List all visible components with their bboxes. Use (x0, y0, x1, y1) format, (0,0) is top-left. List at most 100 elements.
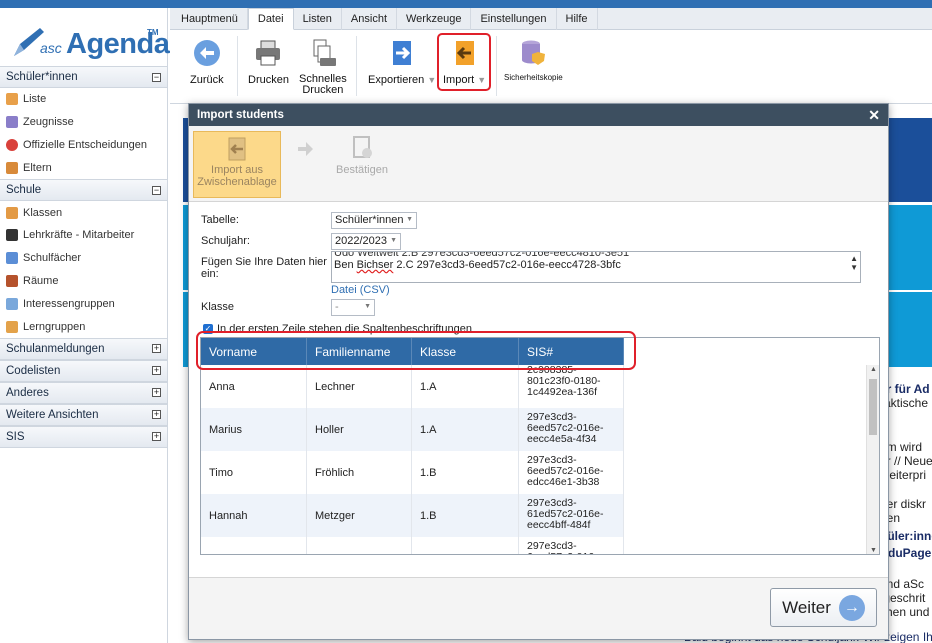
ribbon-tabs: Hauptmenü Datei Listen Ansicht Werkzeuge… (170, 8, 932, 30)
next-button[interactable]: Weiter → (770, 588, 877, 627)
cell-sis: 297e3cd3- 61ed57c2-016e- eecc4bff-484f (519, 494, 624, 537)
printer-icon (256, 40, 281, 66)
import-dialog: Import students ✕ Import aus Zwischenabl… (188, 103, 889, 640)
tab-hauptmenu[interactable]: Hauptmenü (172, 8, 248, 30)
sidebar-item-label: Offizielle Entscheidungen (23, 138, 147, 151)
dialog-title: Import students (197, 109, 284, 121)
sidebar-item-decisions[interactable]: Offizielle Entscheidungen (0, 134, 167, 157)
quick-print-label-2: Drucken (302, 84, 344, 96)
backup-button[interactable]: Sicherheitskopie (504, 38, 563, 82)
tab-einstellungen[interactable]: Einstellungen (471, 8, 557, 30)
clipboard-check-icon (353, 136, 372, 158)
sidebar-item-klassen[interactable]: Klassen (0, 201, 167, 224)
backup-label: Sicherheitskopie (504, 73, 563, 82)
export-button[interactable]: Exportieren ▼ (368, 38, 436, 86)
database-shield-icon (522, 40, 546, 65)
pin-icon (6, 138, 18, 151)
expand-icon[interactable]: + (152, 432, 161, 442)
paste-name: Ben (334, 259, 354, 271)
table-row[interactable]: Bianka Baumgart 2.A 297e3cd3- 6eed57c2-0… (201, 537, 624, 554)
app-logo[interactable]: asc Agenda TM (0, 8, 170, 66)
section-label: Codelisten (6, 364, 61, 377)
user-icon (6, 93, 18, 106)
sidebar-item-zeugnisse[interactable]: Zeugnisse (0, 111, 167, 134)
ribbon-divider (496, 36, 497, 96)
table-row[interactable]: Anna Lechner 1.A 2c908385- 801c23f0-0180… (201, 365, 624, 408)
section-students[interactable]: Schüler*innen − (0, 66, 167, 88)
year-select[interactable]: 2022/2023 (331, 233, 401, 250)
ribbon-divider (356, 36, 357, 96)
cell-klasse: 1.B (412, 494, 519, 537)
group-icon (6, 320, 18, 333)
sidebar-item-subjects[interactable]: Schulfächer (0, 247, 167, 270)
cell-vorname: Marius (201, 408, 307, 451)
dialog-toolbar: Import aus Zwischenablage Bestätigen (189, 126, 888, 202)
arrow-right-circle-icon: → (838, 594, 865, 621)
sidebar: asc Agenda TM Schüler*innen − Liste Zeug… (0, 8, 170, 643)
import-highlight-frame (437, 33, 491, 91)
paste-data-textarea[interactable]: Udo Weltweit 2.B 297e3cd3-6eed57c2-016e-… (331, 251, 861, 283)
table-row[interactable]: Hannah Metzger 1.B 297e3cd3- 61ed57c2-01… (201, 494, 624, 537)
paste-line-2: Ben Bichser 2.C 297e3cd3-6eed57c2-016e-e… (334, 259, 860, 271)
expand-icon[interactable]: + (152, 344, 161, 354)
cell-sis: 297e3cd3- 6eed57c2-016e- edcc46e1-3b38 (519, 451, 624, 494)
sidebar-item-label: Liste (23, 93, 47, 106)
scroll-down-icon[interactable]: ▼ (870, 547, 877, 554)
class-icon (6, 206, 18, 219)
print-label: Drucken (248, 74, 289, 86)
section-label: Schüler*innen (6, 71, 78, 83)
collapse-icon[interactable]: − (152, 72, 161, 82)
sidebar-item-rooms[interactable]: Räume (0, 270, 167, 293)
cell-klasse: 1.A (412, 408, 519, 451)
section-more-views[interactable]: Weitere Ansichten + (0, 403, 167, 426)
dropdown-arrow-icon[interactable]: ▼ (427, 75, 436, 85)
expand-icon[interactable]: + (152, 388, 161, 398)
section-label: Schule (6, 184, 42, 197)
cell-sis: 297e3cd3- 6eed57c2-016e- eecc4e5a-4f34 (519, 408, 624, 451)
collapse-icon[interactable]: − (152, 185, 161, 195)
import-clipboard-button[interactable]: Import aus Zwischenablage (193, 131, 281, 198)
tab-datei[interactable]: Datei (247, 8, 294, 30)
section-label: Schulanmeldungen (6, 342, 105, 355)
paste-label-line-2: ein: (201, 268, 219, 280)
back-button[interactable]: Zurück (190, 38, 224, 86)
expand-icon[interactable]: + (152, 410, 161, 420)
section-sis[interactable]: SIS + (0, 425, 167, 448)
print-button[interactable]: Drucken (248, 38, 289, 86)
table-row[interactable]: Timo Fröhlich 1.B 297e3cd3- 6eed57c2-016… (201, 451, 624, 494)
tab-werkzeuge[interactable]: Werkzeuge (397, 8, 472, 30)
table-label: Tabelle: (201, 214, 239, 226)
close-icon[interactable]: ✕ (868, 107, 880, 124)
section-label: SIS (6, 430, 25, 443)
table-scrollbar[interactable]: ▲ ▼ (866, 365, 879, 554)
class-label: Klasse (201, 301, 235, 313)
quick-print-button[interactable]: Schnelles Drucken (299, 38, 347, 96)
table-row[interactable]: Marius Holler 1.A 297e3cd3- 6eed57c2-016… (201, 408, 624, 451)
tab-hilfe[interactable]: Hilfe (557, 8, 598, 30)
tab-ansicht[interactable]: Ansicht (342, 8, 397, 30)
back-label: Zurück (190, 74, 224, 86)
textarea-scroll-icon[interactable]: ▲ ▼ (850, 254, 858, 272)
class-select[interactable]: - (331, 299, 375, 316)
confirm-label: Bestätigen (336, 164, 388, 176)
table-select[interactable]: Schüler*innen (331, 212, 417, 229)
dialog-footer: Weiter → (189, 577, 888, 639)
section-codelists[interactable]: Codelisten + (0, 359, 167, 382)
section-other[interactable]: Anderes + (0, 381, 167, 404)
export-icon (393, 41, 412, 65)
sidebar-item-teachers[interactable]: Lehrkräfte - Mitarbeiter (0, 224, 167, 247)
confirm-button[interactable]: Bestätigen (334, 134, 390, 176)
ribbon: Hauptmenü Datei Listen Ansicht Werkzeuge… (170, 8, 932, 104)
csv-file-link[interactable]: Datei (CSV) (331, 284, 390, 296)
scroll-thumb[interactable] (869, 379, 877, 435)
sidebar-item-liste[interactable]: Liste (0, 88, 167, 111)
expand-icon[interactable]: + (152, 366, 161, 376)
tab-listen[interactable]: Listen (294, 8, 342, 30)
section-registrations[interactable]: Schulanmeldungen + (0, 337, 167, 360)
sidebar-item-eltern[interactable]: Eltern (0, 156, 167, 179)
sidebar-item-interest-groups[interactable]: Interessengruppen (0, 292, 167, 315)
section-school[interactable]: Schule − (0, 179, 167, 202)
sidebar-item-study-groups[interactable]: Lerngruppen (0, 315, 167, 338)
arrow-left-circle-icon (193, 40, 220, 66)
scroll-up-icon[interactable]: ▲ (870, 366, 877, 373)
